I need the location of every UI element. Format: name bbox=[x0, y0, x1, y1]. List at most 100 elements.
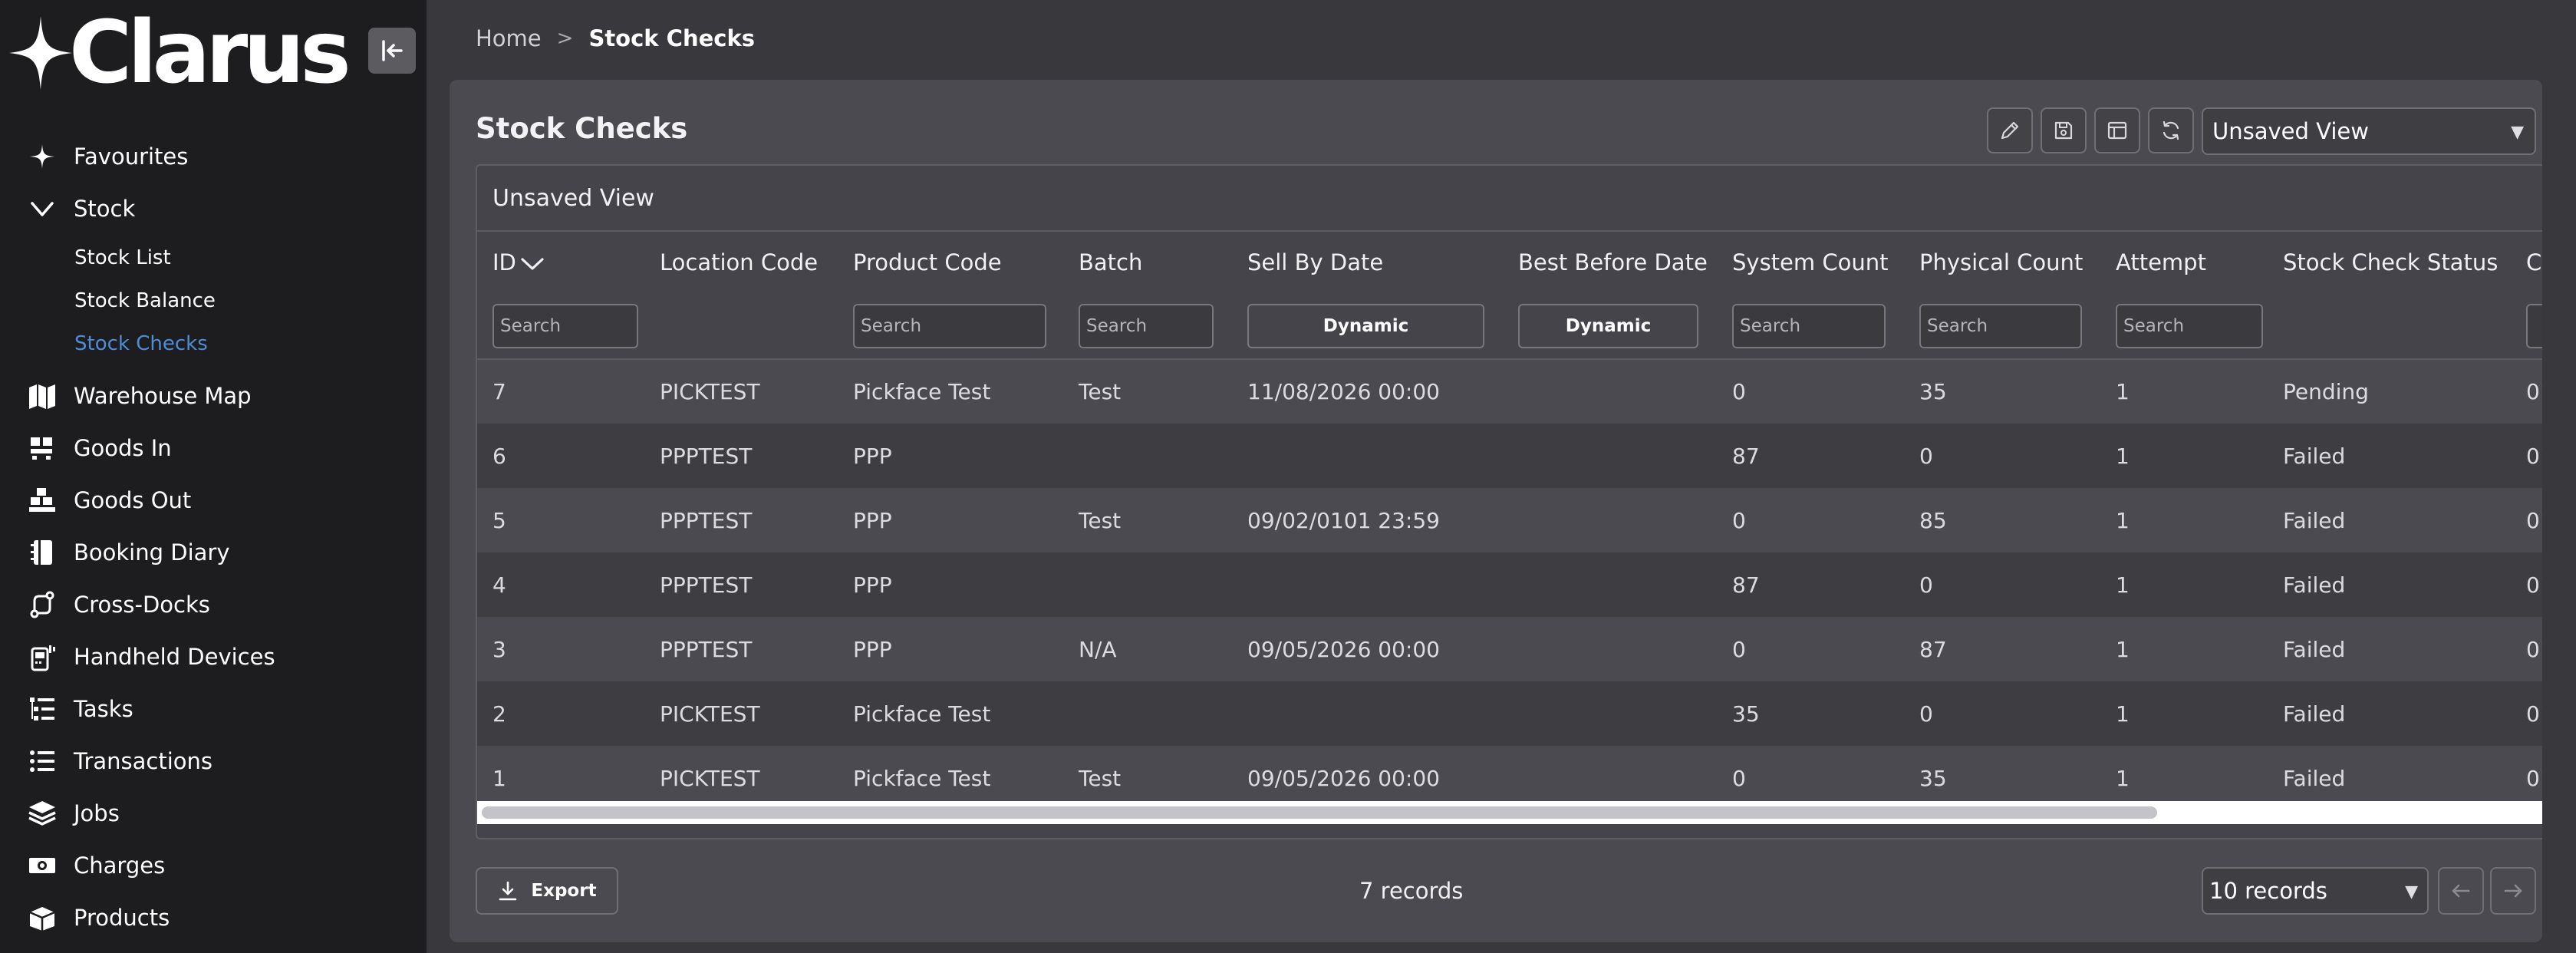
cell-location-code: PPPTEST bbox=[660, 572, 753, 598]
table-row[interactable]: 6PPPTESTPPP8701Failed01 bbox=[477, 424, 2542, 488]
attempt-search-input[interactable] bbox=[2116, 303, 2263, 348]
next-page-button[interactable] bbox=[2490, 867, 2536, 915]
horizontal-scrollbar-thumb[interactable] bbox=[482, 806, 2157, 819]
cell-attempt: 1 bbox=[2116, 379, 2130, 404]
cell-stock-check-status: Pending bbox=[2283, 379, 2369, 404]
cell-attempt: 1 bbox=[2116, 572, 2130, 598]
cell-id: 5 bbox=[492, 507, 506, 533]
logo[interactable]: Clarus bbox=[8, 10, 351, 96]
cell-attempt: 1 bbox=[2116, 507, 2130, 533]
column-header-sell-by-date[interactable]: Sell By Date bbox=[1232, 232, 1503, 293]
chevron-down-icon bbox=[26, 193, 58, 225]
sparkle-icon bbox=[26, 140, 58, 173]
page-size-select[interactable]: 10 records ▼ bbox=[2202, 867, 2429, 915]
stock-submenu: Stock List Stock Balance Stock Checks bbox=[0, 236, 427, 365]
column-header-location-code[interactable]: Location Code bbox=[644, 232, 838, 293]
id-search-input[interactable] bbox=[492, 303, 638, 348]
sidebar-item-label: Cross-Docks bbox=[74, 592, 210, 618]
sidebar-item-jobs[interactable]: Jobs bbox=[0, 787, 427, 839]
table-viewport[interactable]: ID Location Code Product Code Batch Sell… bbox=[477, 232, 2542, 801]
sidebar-item-tasks[interactable]: Tasks bbox=[0, 683, 427, 735]
column-header-id[interactable]: ID bbox=[477, 232, 644, 293]
breadcrumb-home-link[interactable]: Home bbox=[476, 25, 542, 51]
goods-out-icon bbox=[26, 484, 58, 516]
best-before-date-dynamic-filter[interactable]: Dynamic bbox=[1518, 303, 1698, 348]
cell-location-code: PICKTEST bbox=[660, 379, 760, 404]
table-row[interactable]: 1 PICKTEST Pickface Test Test 09/05/2026 00:… bbox=[477, 746, 2542, 801]
column-header-product-code[interactable]: Product Code bbox=[838, 232, 1063, 293]
sidebar-item-warehouse-map[interactable]: Warehouse Map bbox=[0, 370, 427, 422]
sidebar-item-stock[interactable]: Stock bbox=[0, 183, 427, 235]
cell-system-count: 87 bbox=[1732, 572, 1760, 598]
table-row[interactable]: 5 PPPTEST PPP Test 09/02/0101 23:59 0 85 1 Faile… bbox=[477, 488, 2542, 552]
cell-best-before-date bbox=[1503, 552, 1717, 617]
cell-best-before-date bbox=[1503, 617, 1717, 681]
caret-down-icon: ▼ bbox=[2405, 882, 2418, 902]
sidebar-item-label: Stock bbox=[74, 196, 136, 222]
pencil-icon bbox=[2001, 121, 2019, 140]
sidebar-item-booking-diary[interactable]: Booking Diary bbox=[0, 526, 427, 579]
cell-location-code: PPPTEST bbox=[660, 443, 753, 469]
cell-best-before-date bbox=[1503, 424, 1717, 488]
column-header-system-count[interactable]: System Count bbox=[1717, 232, 1904, 293]
cell-physical-count: 35 bbox=[1919, 379, 1947, 404]
cell-product-code: PPP bbox=[853, 443, 892, 469]
save-view-button[interactable] bbox=[2041, 107, 2087, 153]
column-header-physical-count[interactable]: Physical Count bbox=[1904, 232, 2100, 293]
collapse-sidebar-button[interactable] bbox=[368, 28, 416, 74]
cell-sell-by-date bbox=[1232, 424, 1503, 488]
sidebar-subitem-stock-checks[interactable]: Stock Checks bbox=[74, 322, 427, 365]
cell-batch: Test bbox=[1079, 507, 1122, 533]
cell-stock-check-status: Failed bbox=[2283, 701, 2346, 727]
saved-view-select[interactable]: Unsaved View ▼ bbox=[2202, 107, 2536, 155]
column-header-batch[interactable]: Batch bbox=[1063, 232, 1232, 293]
refresh-button[interactable] bbox=[2148, 107, 2194, 153]
system-count-search-input[interactable] bbox=[1732, 303, 1886, 348]
column-header-best-before-date[interactable]: Best Before Date bbox=[1503, 232, 1717, 293]
table-row[interactable]: 3 PPPTEST PPP N/A 09/05/2026 00:00 0 87 1 Failed… bbox=[477, 617, 2542, 681]
columns-layout-button[interactable] bbox=[2094, 107, 2140, 153]
sidebar-item-label: Warehouse Map bbox=[74, 383, 252, 409]
sidebar-subitem-stock-list[interactable]: Stock List bbox=[74, 236, 427, 279]
sidebar-item-label: Goods In bbox=[74, 435, 172, 461]
sidebar-item-favourites[interactable]: Favourites bbox=[0, 130, 427, 183]
sidebar-item-cross-docks[interactable]: Cross-Docks bbox=[0, 579, 427, 631]
physical-count-search-input[interactable] bbox=[1919, 303, 2082, 348]
sidebar-item-charges[interactable]: Charges bbox=[0, 839, 427, 892]
sell-by-date-dynamic-filter[interactable]: Dynamic bbox=[1247, 303, 1484, 348]
sidebar-item-goods-out[interactable]: Goods Out bbox=[0, 474, 427, 526]
horizontal-scrollbar[interactable] bbox=[477, 801, 2542, 824]
column-header-stock-check-status[interactable]: Stock Check Status bbox=[2268, 232, 2511, 293]
export-button-label: Export bbox=[531, 881, 597, 901]
sort-desc-icon bbox=[521, 258, 544, 270]
cell-batch: N/A bbox=[1079, 636, 1117, 662]
edit-view-button[interactable] bbox=[1987, 107, 2033, 153]
cell-physical-count: 35 bbox=[1919, 765, 1947, 791]
table-row[interactable]: 4PPPTESTPPP8701Failed01 bbox=[477, 552, 2542, 617]
product-code-search-input[interactable] bbox=[853, 303, 1046, 348]
truncated-column-search-input[interactable] bbox=[2526, 303, 2542, 348]
grid-toolbar bbox=[1987, 107, 2194, 153]
refresh-icon bbox=[2163, 120, 2179, 140]
cell-physical-count: 0 bbox=[1919, 443, 1933, 469]
table-row[interactable]: 2PICKTESTPickface Test3501Failed01 bbox=[477, 681, 2542, 746]
sidebar-item-label: Handheld Devices bbox=[74, 644, 275, 670]
column-header-truncated[interactable]: C bbox=[2511, 232, 2542, 293]
sidebar-subitem-stock-balance[interactable]: Stock Balance bbox=[74, 279, 427, 322]
table-row[interactable]: 7 PICKTEST Pickface Test Test 11/08/2026 00:… bbox=[477, 359, 2542, 424]
arrow-left-icon bbox=[2452, 884, 2470, 898]
cell-attempt: 1 bbox=[2116, 701, 2130, 727]
sidebar-item-transactions[interactable]: Transactions bbox=[0, 735, 427, 787]
column-header-attempt[interactable]: Attempt bbox=[2100, 232, 2268, 293]
diary-icon bbox=[26, 536, 58, 569]
cell-sell-by-date bbox=[1232, 552, 1503, 617]
sidebar-item-handheld-devices[interactable]: Handheld Devices bbox=[0, 631, 427, 683]
export-button[interactable]: Export bbox=[476, 867, 618, 915]
previous-page-button[interactable] bbox=[2438, 867, 2484, 915]
handheld-icon bbox=[26, 641, 58, 673]
cell-batch: Test bbox=[1079, 379, 1122, 404]
batch-search-input[interactable] bbox=[1079, 303, 1214, 348]
sidebar-item-goods-in[interactable]: Goods In bbox=[0, 422, 427, 474]
sidebar-item-products[interactable]: Products bbox=[0, 892, 427, 944]
cell-physical-count: 0 bbox=[1919, 572, 1933, 598]
